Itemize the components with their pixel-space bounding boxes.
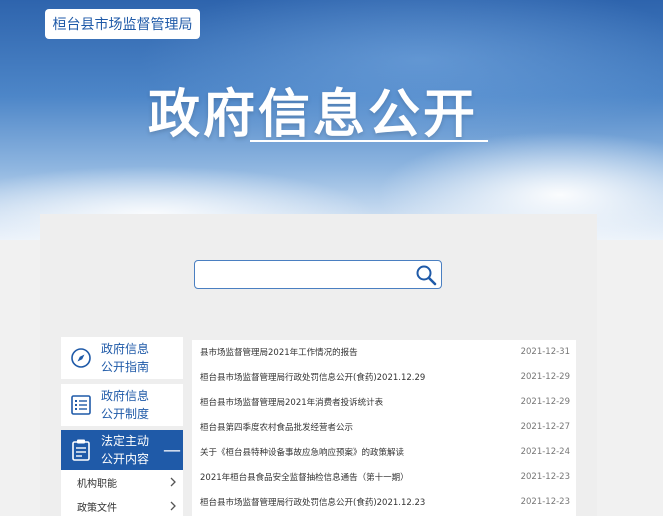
news-title[interactable]: 县市场监督管理局2021年工作情况的报告 — [200, 346, 358, 358]
news-item[interactable]: 县市场监督管理局2021年工作情况的报告 2021-12-31 — [192, 340, 576, 364]
title-underline — [250, 140, 488, 142]
news-title[interactable]: 桓台县第四季度农村食品批发经营者公示 — [200, 421, 353, 433]
news-list: 县市场监督管理局2021年工作情况的报告 2021-12-31 桓台县市场监督管… — [192, 340, 576, 516]
news-title[interactable]: 2021年桓台县食品安全监督抽检信息通告（第十一期） — [200, 471, 409, 483]
news-item[interactable]: 桓台县第四季度农村食品批发经营者公示 2021-12-27 — [192, 415, 576, 439]
sidebar-subitem-functions[interactable]: 机构职能 — [61, 470, 183, 494]
search-box[interactable] — [194, 260, 442, 289]
chevron-right-icon — [170, 477, 176, 487]
news-item[interactable]: 桓台县市场监督管理局2021年消费者投诉统计表 2021-12-29 — [192, 390, 576, 414]
agency-name-badge[interactable]: 桓台县市场监督管理局 — [45, 9, 200, 39]
news-title[interactable]: 关于《桓台县特种设备事故应急响应预案》的政策解读 — [200, 446, 404, 458]
news-title[interactable]: 桓台县市场监督管理局2021年消费者投诉统计表 — [200, 396, 383, 408]
news-date: 2021-12-29 — [520, 372, 570, 382]
compass-icon — [71, 348, 91, 368]
news-item[interactable]: 关于《桓台县特种设备事故应急响应预案》的政策解读 2021-12-24 — [192, 440, 576, 464]
sidebar-item-label: 法定主动 公开内容 — [101, 434, 150, 466]
news-item[interactable]: 2021年桓台县食品安全监督抽检信息通告（第十一期） 2021-12-23 — [192, 465, 576, 489]
chevron-right-icon — [170, 501, 176, 511]
sidebar-subitem-label: 政策文件 — [77, 502, 117, 514]
news-date: 2021-12-24 — [520, 447, 570, 457]
collapse-icon[interactable]: — — [161, 440, 183, 461]
sidebar-item-system[interactable]: 政府信息 公开制度 — [61, 384, 183, 426]
page-title: 政府信息公开 — [148, 85, 479, 145]
search-icon[interactable] — [415, 264, 437, 286]
document-list-icon — [71, 395, 91, 415]
news-item[interactable]: 桓台县市场监督管理局行政处罚信息公开(食药)2021.12.23 2021-12… — [192, 490, 576, 514]
news-date: 2021-12-31 — [520, 347, 570, 357]
news-item[interactable]: 桓台县市场监督管理局行政处罚信息公开(食药)2021.12.29 2021-12… — [192, 365, 576, 389]
clipboard-icon — [72, 439, 90, 461]
news-title[interactable]: 桓台县市场监督管理局行政处罚信息公开(食药)2021.12.23 — [200, 496, 425, 508]
news-date: 2021-12-27 — [520, 422, 570, 432]
sidebar-item-label: 政府信息 公开制度 — [101, 389, 150, 421]
sidebar-item-label: 政府信息 公开指南 — [101, 342, 150, 374]
news-title[interactable]: 桓台县市场监督管理局行政处罚信息公开(食药)2021.12.29 — [200, 371, 425, 383]
search-input[interactable] — [201, 265, 411, 285]
sidebar-item-statutory[interactable]: 法定主动 公开内容 — — [61, 430, 183, 470]
sidebar-item-guide[interactable]: 政府信息 公开指南 — [61, 337, 183, 379]
sidebar-subitem-policies[interactable]: 政策文件 — [61, 494, 183, 516]
news-date: 2021-12-29 — [520, 397, 570, 407]
news-date: 2021-12-23 — [520, 472, 570, 482]
sidebar-subitem-label: 机构职能 — [77, 478, 117, 490]
news-date: 2021-12-23 — [520, 497, 570, 507]
